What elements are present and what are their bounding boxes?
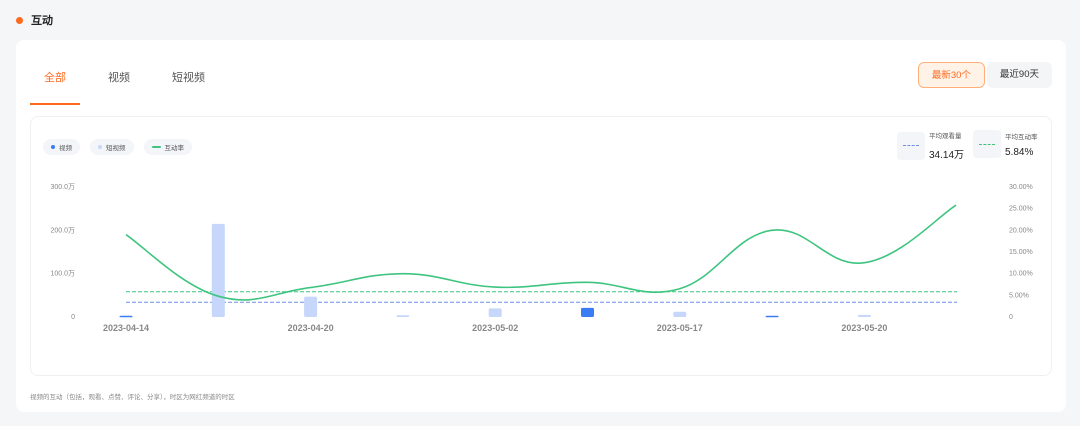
legend-rate-marker-icon <box>151 146 161 148</box>
avg-rate-line-icon <box>973 130 1001 158</box>
bar <box>857 314 871 317</box>
legend-short-video-marker-icon <box>98 145 102 149</box>
y-left-tick-label: 0 <box>71 314 75 321</box>
chart-container: 0 100.0万 200.0万 300.0万 0 5.00% 10.00% 15.00% 20.… <box>30 116 1052 376</box>
recent-90-days-button[interactable]: 最近90天 <box>986 62 1052 88</box>
range-toggle: 最新30个 最近90天 <box>916 62 1052 88</box>
bar <box>304 296 318 317</box>
section-header: 互动 <box>16 12 53 28</box>
legend-rate-label: 互动率 <box>164 145 185 152</box>
bar <box>581 307 594 317</box>
bar <box>396 315 410 317</box>
recent-30-button[interactable]: 最新30个 <box>917 62 985 88</box>
content-type-tabs: 全部 视频 短视频 <box>30 66 233 105</box>
x-tick-label: 2023-04-14 <box>103 323 149 333</box>
avg-rate-stat: 平均互动率 5.84% <box>973 130 1038 158</box>
y-right-tick-label: 30.00% <box>1009 184 1033 191</box>
avg-views-label: 平均观看量 <box>929 133 962 140</box>
tab-short-video[interactable]: 短视频 <box>158 66 219 105</box>
avg-views-stat: 平均观看量 34.14万 <box>897 130 964 161</box>
avg-rate-label: 平均互动率 <box>1005 133 1038 141</box>
y-right-tick-label: 20.00% <box>1009 227 1033 234</box>
y-right-tick-label: 15.00% <box>1009 249 1033 256</box>
chart-legend: 视频 短视频 互动率 <box>43 139 202 155</box>
rate-series-line <box>125 204 957 301</box>
avg-views-value: 34.14万 <box>929 150 965 161</box>
bar <box>673 311 687 317</box>
footnote: 视频的互动（包括，观看、点赞、评论、分享），时区为网红频道的时区 <box>30 394 235 401</box>
x-tick-label: 2023-04-20 <box>288 323 334 333</box>
legend-short-video-label: 短视频 <box>106 145 126 152</box>
y-right-tick-label: 10.00% <box>1009 271 1033 278</box>
bar <box>488 308 502 317</box>
legend-item-rate[interactable]: 互动率 <box>143 139 192 155</box>
y-left-tick-label: 200.0万 <box>50 226 75 234</box>
x-tick-label: 2023-05-02 <box>472 323 518 333</box>
y-right-tick-label: 0 <box>1009 314 1013 321</box>
interaction-card: 全部 视频 短视频 最新30个 最近90天 0 100.0万 200.0万 300.0… <box>16 40 1066 412</box>
x-tick-label: 2023-05-20 <box>841 323 887 333</box>
y-right-tick-label: 5.00% <box>1009 292 1029 299</box>
legend-item-video[interactable]: 视频 <box>43 139 80 155</box>
legend-video-label: 视频 <box>59 145 72 152</box>
x-tick-label: 2023-05-17 <box>657 323 703 333</box>
avg-rate-value: 5.84% <box>1005 146 1034 158</box>
section-title: 互动 <box>31 15 53 27</box>
tab-video[interactable]: 视频 <box>94 66 144 105</box>
legend-item-short-video[interactable]: 短视频 <box>90 139 134 155</box>
tab-all[interactable]: 全部 <box>30 66 80 105</box>
avg-views-line-icon <box>897 131 925 160</box>
y-left-tick-label: 300.0万 <box>50 183 75 191</box>
section-dot-icon <box>16 16 23 24</box>
bar <box>211 223 225 317</box>
y-right-tick-label: 25.00% <box>1009 206 1033 213</box>
bar <box>765 315 779 318</box>
y-left-tick-label: 100.0万 <box>50 270 75 278</box>
bar <box>119 315 133 318</box>
legend-video-marker-icon <box>51 145 55 149</box>
